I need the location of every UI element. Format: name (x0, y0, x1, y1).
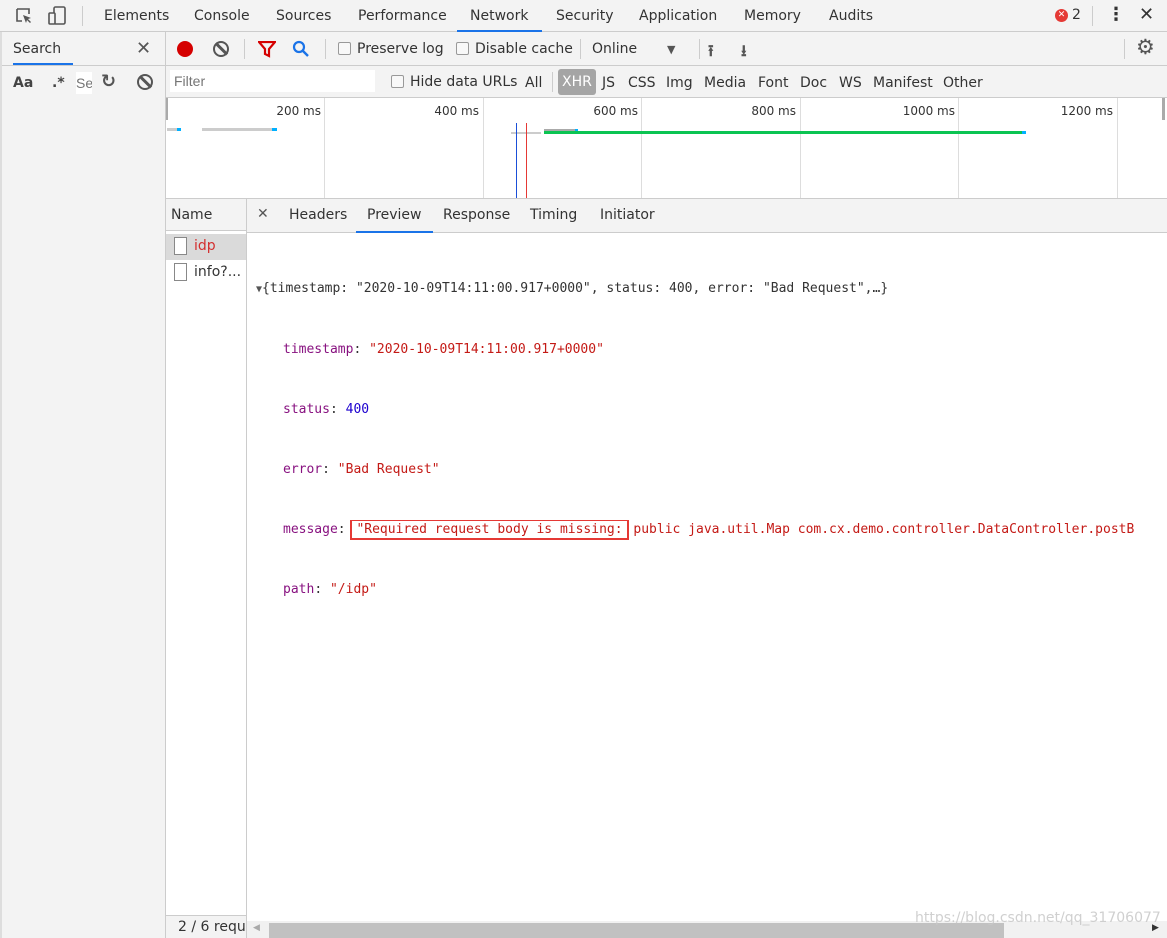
request-row-idp[interactable]: idp (166, 234, 246, 260)
timeline-tick: 1000 ms (902, 104, 955, 118)
regex-toggle[interactable]: .* (52, 75, 65, 91)
tab-application[interactable]: Application (625, 0, 731, 32)
request-bar (202, 128, 277, 131)
device-toolbar-icon[interactable] (47, 6, 67, 26)
settings-gear-icon[interactable]: ⚙ (1136, 35, 1155, 59)
detail-tab-response[interactable]: Response (443, 207, 510, 223)
throttling-select[interactable]: Online ▼ (592, 41, 692, 57)
detail-tab-headers[interactable]: Headers (289, 207, 347, 223)
document-icon (174, 263, 187, 281)
tab-console[interactable]: Console (180, 0, 264, 32)
preserve-log-checkbox[interactable]: Preserve log (338, 41, 444, 57)
search-icon[interactable] (292, 40, 310, 62)
scroll-left-icon[interactable]: ◀ (253, 923, 260, 933)
filter-icon[interactable] (256, 40, 278, 62)
filter-input[interactable] (170, 70, 375, 92)
timeline-tick: 800 ms (751, 104, 796, 118)
timeline-tick: 200 ms (276, 104, 321, 118)
load-marker (526, 123, 527, 198)
json-preview: ▼{timestamp: "2020-10-09T14:11:00.917+00… (247, 239, 1167, 640)
disable-cache-checkbox[interactable]: Disable cache (456, 41, 573, 57)
json-field-error: error: "Bad Request" (283, 462, 440, 477)
tab-sources[interactable]: Sources (262, 0, 345, 32)
dom-content-loaded-marker (516, 123, 517, 198)
refresh-icon[interactable]: ↻ (101, 71, 116, 92)
filter-bar: Hide data URLs All XHR JS CSS Img Media … (166, 66, 1167, 98)
tab-performance[interactable]: Performance (344, 0, 461, 32)
name-column-header[interactable]: Name (166, 199, 246, 231)
close-devtools-icon[interactable]: ✕ (1139, 4, 1154, 25)
tab-memory[interactable]: Memory (730, 0, 815, 32)
network-toolbar: Preserve log Disable cache Online ▼ ⭱ ⭳ ⚙ (166, 32, 1167, 66)
json-summary-row[interactable]: ▼{timestamp: "2020-10-09T14:11:00.917+00… (247, 279, 1167, 300)
match-case-toggle[interactable]: Aa (13, 75, 33, 91)
request-detail-panel: ✕ Headers Preview Response Timing Initia… (247, 199, 1167, 938)
record-button[interactable] (177, 41, 193, 57)
tab-network[interactable]: Network (457, 0, 542, 32)
hide-data-urls-checkbox[interactable]: Hide data URLs (391, 74, 517, 90)
clear-search-icon[interactable] (137, 74, 153, 90)
request-bar-idp (544, 131, 1026, 134)
tab-elements[interactable]: Elements (90, 0, 183, 32)
type-filter-ws[interactable]: WS (839, 75, 862, 91)
error-icon[interactable]: ✕ (1055, 9, 1068, 22)
detail-tabbar: ✕ Headers Preview Response Timing Initia… (247, 199, 1167, 233)
export-har-icon[interactable]: ⭳ (741, 40, 747, 67)
type-filter-img[interactable]: Img (666, 75, 693, 91)
close-search-icon[interactable]: ✕ (136, 38, 151, 59)
detail-tab-preview[interactable]: Preview (356, 199, 433, 233)
request-count-status: 2 / 6 requ (166, 916, 246, 938)
type-filter-other[interactable]: Other (943, 75, 983, 91)
tab-audits[interactable]: Audits (815, 0, 887, 32)
json-field-message: message: "Required request body is missi… (283, 520, 1135, 540)
devtools-tabbar: Elements Console Sources Performance Net… (0, 0, 1167, 32)
type-filter-xhr[interactable]: XHR (558, 69, 596, 95)
clear-icon[interactable] (213, 41, 229, 57)
import-har-icon[interactable]: ⭱ (708, 40, 714, 67)
type-filter-media[interactable]: Media (704, 75, 746, 91)
inspect-element-icon[interactable] (15, 7, 33, 25)
document-icon (174, 237, 187, 255)
type-filter-css[interactable]: CSS (628, 75, 656, 91)
search-panel: Search ✕ Aa .* ↻ (0, 32, 166, 938)
timeline-tick: 400 ms (434, 104, 479, 118)
type-filter-js[interactable]: JS (602, 75, 615, 91)
search-input[interactable] (76, 72, 92, 94)
detail-tab-timing[interactable]: Timing (530, 207, 577, 223)
search-panel-title[interactable]: Search (13, 41, 73, 65)
highlighted-message: "Required request body is missing: (350, 520, 629, 540)
timeline-tick: 600 ms (593, 104, 638, 118)
close-detail-icon[interactable]: ✕ (257, 206, 269, 222)
scrollbar-thumb[interactable] (269, 923, 1004, 938)
json-field-path: path: "/idp" (283, 582, 377, 597)
detail-tab-initiator[interactable]: Initiator (600, 207, 655, 223)
json-field-status: status: 400 (283, 402, 370, 417)
timeline-tick: 1200 ms (1060, 104, 1113, 118)
watermark: https://blog.csdn.net/qq_31706077 (915, 910, 1161, 926)
type-filter-doc[interactable]: Doc (800, 75, 827, 91)
type-filter-all[interactable]: All (525, 75, 542, 91)
tab-security[interactable]: Security (542, 0, 628, 32)
request-row-info[interactable]: info?... (166, 260, 246, 286)
more-options-icon[interactable]: ⋮ (1107, 4, 1125, 25)
type-filter-manifest[interactable]: Manifest (873, 75, 933, 91)
request-bar (167, 128, 181, 131)
request-list: Name idp info?... 2 / 6 requ (166, 199, 247, 938)
timeline-overview[interactable]: 200 ms 400 ms 600 ms 800 ms 1000 ms 1200… (166, 98, 1167, 199)
json-field-timestamp: timestamp: "2020-10-09T14:11:00.917+0000… (283, 342, 604, 357)
type-filter-font[interactable]: Font (758, 75, 788, 91)
error-count[interactable]: 2 (1072, 7, 1081, 23)
chevron-down-icon: ▼ (667, 43, 676, 56)
